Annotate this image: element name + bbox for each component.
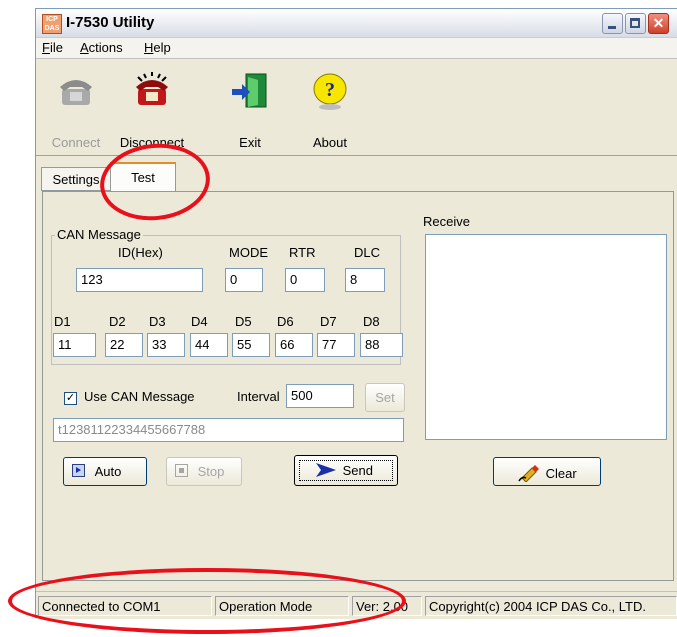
d5-field[interactable]: 55 bbox=[232, 333, 270, 357]
id-hex-header: ID(Hex) bbox=[118, 245, 163, 260]
id-field[interactable]: 123 bbox=[76, 268, 203, 292]
d1-field[interactable]: 11 bbox=[53, 333, 96, 357]
receive-label: Receive bbox=[423, 214, 470, 229]
d7-label: D7 bbox=[320, 314, 337, 329]
clear-button-label: Clear bbox=[545, 466, 577, 481]
can-message-group-label: CAN Message bbox=[55, 227, 143, 242]
close-icon[interactable]: ✕ bbox=[648, 13, 669, 34]
status-bar: Connected to COM1 Operation Mode Ver: 2.… bbox=[36, 591, 677, 619]
connect-label: Connect bbox=[51, 135, 101, 150]
minimize-icon[interactable] bbox=[602, 13, 623, 34]
test-tab-page: CAN Message ID(Hex) MODE RTR DLC 123 0 0… bbox=[42, 191, 674, 581]
menu-help-label: Help bbox=[144, 40, 171, 55]
menu-bar: File Actions Help bbox=[36, 38, 677, 59]
window-title: I-7530 Utility bbox=[66, 14, 155, 31]
clear-eraser-icon bbox=[518, 465, 539, 483]
stop-icon bbox=[175, 464, 188, 477]
stop-button-label: Stop bbox=[197, 464, 225, 479]
play-icon bbox=[72, 464, 85, 477]
dlc-header: DLC bbox=[354, 245, 381, 260]
send-button[interactable]: Send bbox=[294, 455, 398, 486]
set-button-label: Set bbox=[375, 390, 395, 405]
use-can-message-label: Use CAN Message bbox=[84, 389, 195, 404]
rtr-field[interactable]: 0 bbox=[285, 268, 325, 292]
auto-button-label: Auto bbox=[94, 464, 122, 479]
status-copyright: Copyright(c) 2004 ICP DAS Co., LTD. bbox=[425, 596, 677, 616]
d3-label: D3 bbox=[149, 314, 166, 329]
exit-door-icon bbox=[232, 73, 267, 108]
d2-label: D2 bbox=[109, 314, 126, 329]
svg-text:?: ? bbox=[325, 79, 335, 101]
d8-label: D8 bbox=[363, 314, 380, 329]
disconnect-label: Disconnect bbox=[119, 135, 185, 150]
disconnect-button[interactable]: Disconnect bbox=[108, 67, 196, 153]
tab-test[interactable]: Test bbox=[110, 162, 176, 192]
d7-field[interactable]: 77 bbox=[317, 333, 355, 357]
dlc-field[interactable]: 8 bbox=[345, 268, 385, 292]
d8-field[interactable]: 88 bbox=[360, 333, 403, 357]
d6-label: D6 bbox=[277, 314, 294, 329]
menu-actions[interactable]: Actions bbox=[80, 40, 123, 55]
connect-button[interactable]: Connect bbox=[36, 67, 116, 153]
d3-field[interactable]: 33 bbox=[147, 333, 185, 357]
menu-help[interactable]: Help bbox=[144, 40, 171, 55]
auto-button[interactable]: Auto bbox=[63, 457, 147, 486]
interval-field[interactable]: 500 bbox=[286, 384, 354, 408]
d5-label: D5 bbox=[235, 314, 252, 329]
d1-label: D1 bbox=[54, 314, 71, 329]
clear-button[interactable]: Clear bbox=[493, 457, 601, 486]
status-version: Ver: 2.00 bbox=[352, 596, 422, 616]
tab-settings-label: Settings bbox=[52, 172, 100, 187]
d6-field[interactable]: 66 bbox=[275, 333, 313, 357]
toolbar: Connect Disconnect Exit ? About bbox=[36, 59, 677, 156]
exit-label: Exit bbox=[239, 135, 261, 150]
menu-file[interactable]: File bbox=[42, 40, 63, 55]
app-icon: ICP DAS bbox=[42, 14, 62, 34]
d4-label: D4 bbox=[191, 314, 208, 329]
mode-field[interactable]: 0 bbox=[225, 268, 263, 292]
status-mode: Operation Mode bbox=[215, 596, 349, 616]
app-window: ICP DAS I-7530 Utility ✕ File Actions He… bbox=[35, 8, 677, 619]
help-question-icon: ? bbox=[313, 73, 347, 110]
title-bar[interactable]: ICP DAS I-7530 Utility ✕ bbox=[36, 9, 677, 38]
tab-test-label: Test bbox=[131, 170, 155, 185]
use-can-message-checkbox[interactable]: ✓ bbox=[64, 392, 77, 405]
d4-field[interactable]: 44 bbox=[190, 333, 228, 357]
d2-field[interactable]: 22 bbox=[105, 333, 143, 357]
interval-label: Interval bbox=[237, 389, 280, 404]
maximize-icon[interactable] bbox=[625, 13, 646, 34]
mode-header: MODE bbox=[229, 245, 268, 260]
set-button[interactable]: Set bbox=[365, 383, 405, 412]
rtr-header: RTR bbox=[289, 245, 316, 260]
tab-settings[interactable]: Settings bbox=[41, 167, 111, 191]
phone-ringing-icon bbox=[136, 72, 168, 105]
status-connection: Connected to COM1 bbox=[38, 596, 212, 616]
menu-file-label: File bbox=[42, 40, 63, 55]
receive-list[interactable] bbox=[425, 234, 667, 440]
menu-actions-label: Actions bbox=[80, 40, 123, 55]
about-button[interactable]: ? About bbox=[298, 67, 362, 153]
about-label: About bbox=[313, 135, 347, 150]
command-string-field[interactable]: t12381122334455667788 bbox=[53, 418, 404, 442]
phone-connect-icon bbox=[60, 80, 92, 105]
stop-button[interactable]: Stop bbox=[166, 457, 242, 486]
exit-button[interactable]: Exit bbox=[218, 67, 282, 153]
